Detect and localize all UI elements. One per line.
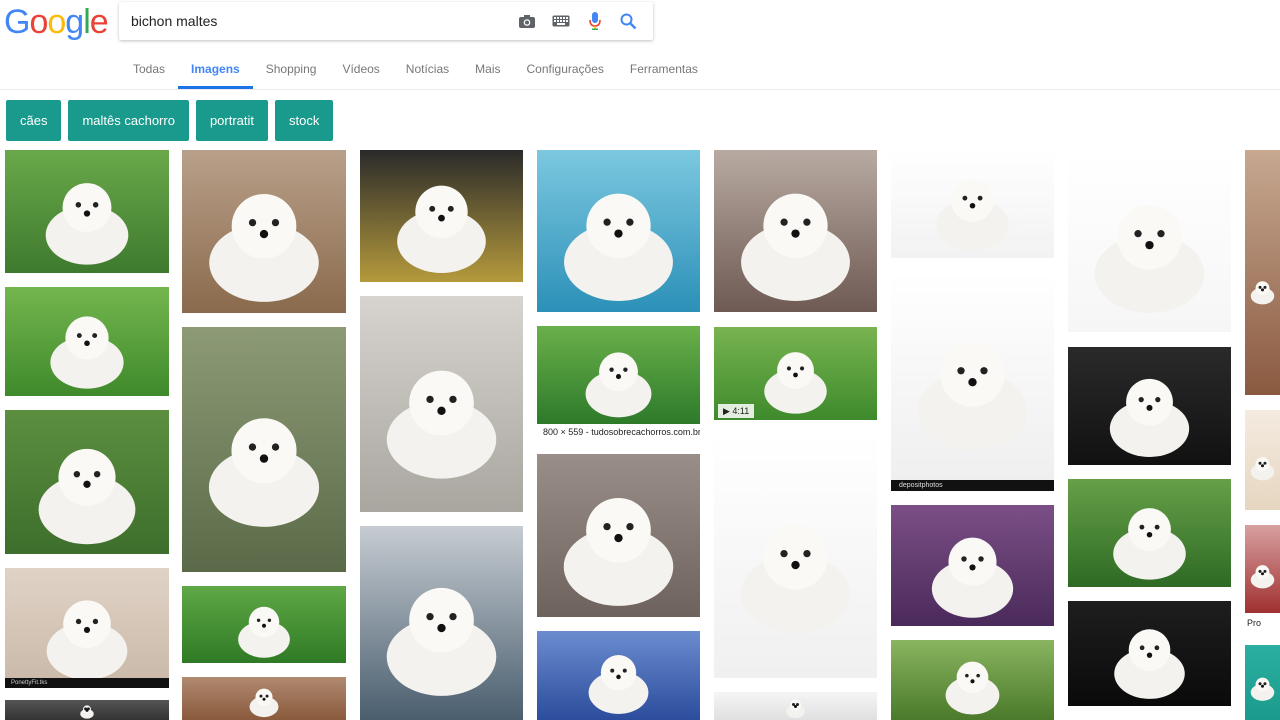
image-watermark-bar: PonettyFit.tks	[5, 678, 169, 688]
image-result[interactable]	[891, 640, 1054, 720]
logo-letter-g2: g	[65, 3, 84, 41]
mic-icon[interactable]	[585, 11, 605, 31]
image-result[interactable]	[182, 586, 346, 663]
dog-photo	[1068, 601, 1231, 706]
tab-noticias[interactable]: Notícias	[393, 52, 462, 89]
dog-photo	[1068, 479, 1231, 587]
logo-letter-o1: o	[29, 3, 48, 41]
image-result[interactable]	[5, 568, 169, 688]
dog-photo	[891, 150, 1054, 258]
search-box	[119, 2, 653, 40]
image-result[interactable]	[1245, 645, 1280, 720]
image-result[interactable]	[1245, 525, 1280, 613]
dog-photo	[714, 692, 877, 720]
image-result[interactable]	[891, 505, 1054, 626]
tab-videos[interactable]: Vídeos	[329, 52, 392, 89]
dog-photo	[891, 272, 1054, 480]
dog-photo	[891, 640, 1054, 720]
image-result[interactable]	[5, 287, 169, 396]
dog-photo	[360, 526, 523, 720]
image-dimensions-caption: 800 × 559 - tudosobrecachorros.com.br	[537, 425, 700, 439]
image-result[interactable]	[537, 454, 700, 617]
search-icon[interactable]	[618, 11, 638, 31]
dog-photo	[5, 568, 169, 688]
chip-maltes-cachorro[interactable]: maltês cachorro	[68, 100, 189, 141]
image-result[interactable]	[891, 272, 1054, 480]
dog-photo	[1245, 150, 1280, 395]
dog-photo	[714, 434, 877, 678]
tab-shopping[interactable]: Shopping	[253, 52, 330, 89]
tab-ferramentas[interactable]: Ferramentas	[617, 52, 711, 89]
dog-photo	[537, 326, 700, 424]
image-result[interactable]	[182, 677, 346, 720]
image-result[interactable]	[360, 150, 523, 282]
tab-configuracoes[interactable]: Configurações	[514, 52, 617, 89]
dog-photo	[5, 410, 169, 554]
search-tabs: Todas Imagens Shopping Vídeos Notícias M…	[120, 52, 711, 90]
dog-photo	[537, 454, 700, 617]
image-result[interactable]	[5, 410, 169, 554]
dog-photo	[1068, 347, 1231, 465]
dog-photo	[182, 677, 346, 720]
top-bar: Google Todas Imagens Shopping Vídeos Not…	[0, 0, 1280, 90]
image-result[interactable]	[1245, 410, 1280, 510]
partial-source-label: Pro	[1245, 616, 1264, 630]
image-result[interactable]	[360, 296, 523, 512]
dog-photo	[1245, 410, 1280, 510]
dog-photo	[1068, 150, 1231, 332]
image-result[interactable]	[714, 692, 877, 720]
image-result[interactable]	[5, 700, 169, 720]
image-result[interactable]	[5, 150, 169, 273]
image-caption-bar: 800 × 559 - tudosobrecachorros.com.br	[537, 424, 700, 440]
image-result[interactable]	[1068, 601, 1231, 706]
logo-letter-o2: o	[47, 3, 66, 41]
tab-mais[interactable]: Mais	[462, 52, 513, 89]
dog-photo	[714, 150, 877, 312]
image-result[interactable]	[714, 434, 877, 678]
image-result[interactable]	[714, 150, 877, 312]
tab-imagens[interactable]: Imagens	[178, 52, 253, 89]
image-result[interactable]	[537, 631, 700, 720]
image-result[interactable]	[891, 150, 1054, 258]
dog-photo	[5, 287, 169, 396]
tab-todas[interactable]: Todas	[120, 52, 178, 89]
camera-icon[interactable]	[517, 11, 537, 31]
video-duration-badge: ▶ 4:11	[718, 404, 755, 418]
keyboard-icon[interactable]	[551, 11, 571, 31]
dog-photo	[537, 150, 700, 312]
dog-photo	[182, 150, 346, 313]
dog-photo	[5, 700, 169, 720]
chip-caes[interactable]: cães	[6, 100, 62, 141]
google-logo[interactable]: Google	[4, 3, 109, 41]
image-result[interactable]	[182, 150, 346, 313]
image-result[interactable]	[182, 327, 346, 572]
image-result[interactable]	[1245, 150, 1280, 395]
image-result[interactable]	[1068, 150, 1231, 332]
dog-photo	[1245, 645, 1280, 720]
image-result[interactable]	[1068, 347, 1231, 465]
image-result[interactable]	[537, 326, 700, 424]
logo-letter-e: e	[89, 3, 109, 41]
dog-photo	[360, 150, 523, 282]
dog-photo	[537, 631, 700, 720]
dog-photo	[5, 150, 169, 273]
dog-photo	[182, 586, 346, 663]
dog-photo	[182, 327, 346, 572]
dog-photo	[360, 296, 523, 512]
image-result[interactable]	[537, 150, 700, 312]
chip-stock[interactable]: stock	[275, 100, 334, 141]
image-result[interactable]	[1068, 479, 1231, 587]
image-result[interactable]	[360, 526, 523, 720]
logo-letter-g: G	[4, 3, 30, 41]
dog-photo	[1245, 525, 1280, 613]
search-input[interactable]	[131, 10, 511, 32]
dog-photo	[891, 505, 1054, 626]
chip-portratit[interactable]: portratit	[195, 100, 269, 141]
image-watermark-bar: depositphotos	[891, 480, 1054, 491]
related-search-chips: cães maltês cachorro portratit stock	[6, 100, 334, 141]
